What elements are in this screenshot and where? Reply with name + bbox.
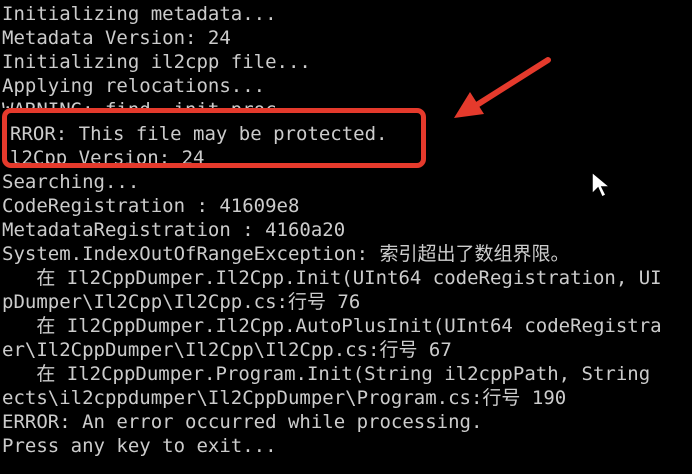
red-arrow-icon (454, 57, 551, 118)
console-line-19: Press any key to exit... (2, 435, 277, 457)
console-line-14: 在 Il2CppDumper.Il2Cpp.AutoPlusInit(UInt6… (2, 315, 662, 337)
console-line-15: er\Il2CppDumper\Il2Cpp\Il2Cpp.cs:行号 67 (2, 339, 452, 361)
console-line-18: ERROR: An error occurred while processin… (2, 411, 483, 433)
console-line-16: 在 Il2CppDumper.Program.Init(String il2cp… (2, 363, 651, 385)
console-line-8: Searching... (2, 171, 140, 193)
console-line-11: System.IndexOutOfRangeException: 索引超出了数组… (2, 243, 570, 265)
console-window[interactable]: Initializing metadata... Metadata Versio… (0, 0, 692, 474)
console-line-17: ects\il2cppdumper\Il2CppDumper\Program.c… (2, 387, 567, 409)
highlight-box (2, 108, 426, 168)
console-line-12: 在 Il2CppDumper.Il2Cpp.Init(UInt64 codeRe… (2, 267, 662, 289)
console-line-13: pDumper\Il2Cpp\Il2Cpp.cs:行号 76 (2, 291, 361, 313)
console-line-4: Applying relocations... (2, 75, 266, 97)
mouse-pointer-icon (591, 170, 612, 199)
console-line-1: Initializing metadata... (2, 3, 277, 25)
console-line-3: Initializing il2cpp file... (2, 51, 311, 73)
console-line-10: MetadataRegistration : 4160a20 (2, 219, 346, 241)
console-line-5-partially-hidden: WARNING: find .init_proc (2, 98, 277, 108)
console-line-2: Metadata Version: 24 (2, 27, 231, 49)
console-line-9: CodeRegistration : 41609e8 (2, 195, 300, 217)
